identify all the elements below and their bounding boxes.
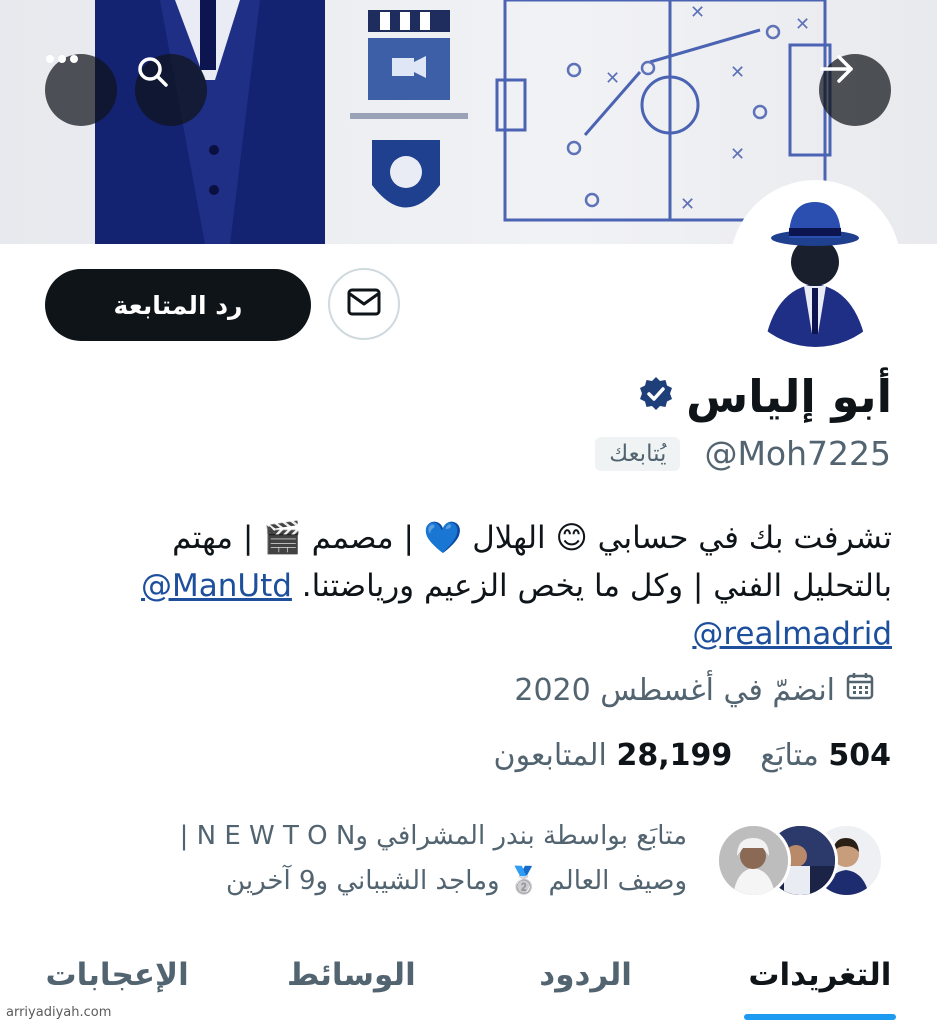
following-count: 504 — [828, 738, 891, 773]
follows-you-badge: يُتابعك — [595, 436, 681, 471]
svg-text:✕: ✕ — [690, 2, 705, 23]
mutual-avatar-3[interactable] — [716, 823, 791, 898]
profile-avatar[interactable] — [734, 184, 897, 347]
svg-text:✕: ✕ — [730, 144, 745, 165]
tab-tweets[interactable]: التغريدات — [703, 925, 937, 1024]
bio-line-2-text: بالتحليل الفني | وكل ما يخص الزعيم ورياض… — [301, 568, 892, 604]
handle-row: يُتابعك @Moh7225 — [595, 434, 891, 473]
watermark: arriyadiyah.com — [6, 1005, 112, 1020]
followed-by-line-2: وصيف العالم 🥈 وماجد الشيباني و9 آخرين — [226, 866, 687, 896]
tab-media-label: الوسائط — [287, 956, 416, 993]
follow-back-label: رد المتابعة — [113, 290, 243, 320]
tab-media[interactable]: الوسائط — [234, 925, 468, 1024]
follow-stats: 504 متابَع 28,199 المتابعون — [494, 738, 891, 773]
followers-stat[interactable]: 28,199 المتابعون — [494, 738, 733, 773]
joined-date: انضمّ في أغسطس 2020 — [514, 672, 835, 708]
verified-badge-icon — [638, 366, 674, 428]
following-stat[interactable]: 504 متابَع — [760, 738, 891, 773]
tab-replies-label: الردود — [539, 956, 632, 993]
svg-text:✕: ✕ — [795, 14, 810, 35]
tab-tweets-label: التغريدات — [748, 956, 892, 993]
svg-text:✕: ✕ — [605, 68, 620, 89]
calendar-icon — [845, 671, 875, 709]
tab-replies[interactable]: الردود — [469, 925, 703, 1024]
joined-date-row: انضمّ في أغسطس 2020 — [514, 671, 875, 709]
mention-link-realmadrid[interactable]: @realmadrid — [692, 616, 892, 652]
followed-by-text[interactable]: متابَع بواسطة بندر المشرافي وN E W T O N… — [162, 814, 687, 904]
profile-tabs: التغريدات الردود الوسائط الإعجابات — [0, 925, 937, 1024]
mention-link-manutd[interactable]: @ManUtd — [141, 568, 292, 604]
bio-line-2: بالتحليل الفني | وكل ما يخص الزعيم ورياض… — [52, 562, 892, 610]
back-button[interactable] — [819, 54, 891, 126]
message-button[interactable] — [328, 268, 400, 340]
bio-line-1: تشرفت بك في حسابي 😊 الهلال 💙 | مصمم 🎬 | … — [172, 520, 892, 556]
profile-bio: تشرفت بك في حسابي 😊 الهلال 💙 | مصمم 🎬 | … — [52, 514, 892, 658]
avatar-image — [734, 184, 897, 347]
profile-name: أبو إلياس — [686, 370, 892, 423]
search-button[interactable] — [135, 54, 207, 126]
tab-likes-label: الإعجابات — [45, 956, 189, 993]
more-button[interactable] — [45, 54, 117, 126]
profile-handle: @Moh7225 — [704, 434, 891, 473]
active-tab-indicator — [743, 1014, 896, 1020]
envelope-icon — [347, 288, 381, 320]
bio-line-3: @realmadrid — [52, 610, 892, 658]
followers-count: 28,199 — [616, 738, 733, 773]
follow-back-button[interactable]: رد المتابعة — [45, 269, 311, 341]
profile-name-row: أبو إلياس — [638, 366, 892, 428]
svg-text:✕: ✕ — [680, 194, 695, 215]
followed-by-line-1: متابَع بواسطة بندر المشرافي وN E W T O N… — [179, 821, 687, 851]
followers-label: المتابعون — [493, 738, 607, 773]
following-label: متابَع — [760, 738, 819, 773]
svg-text:✕: ✕ — [730, 62, 745, 83]
